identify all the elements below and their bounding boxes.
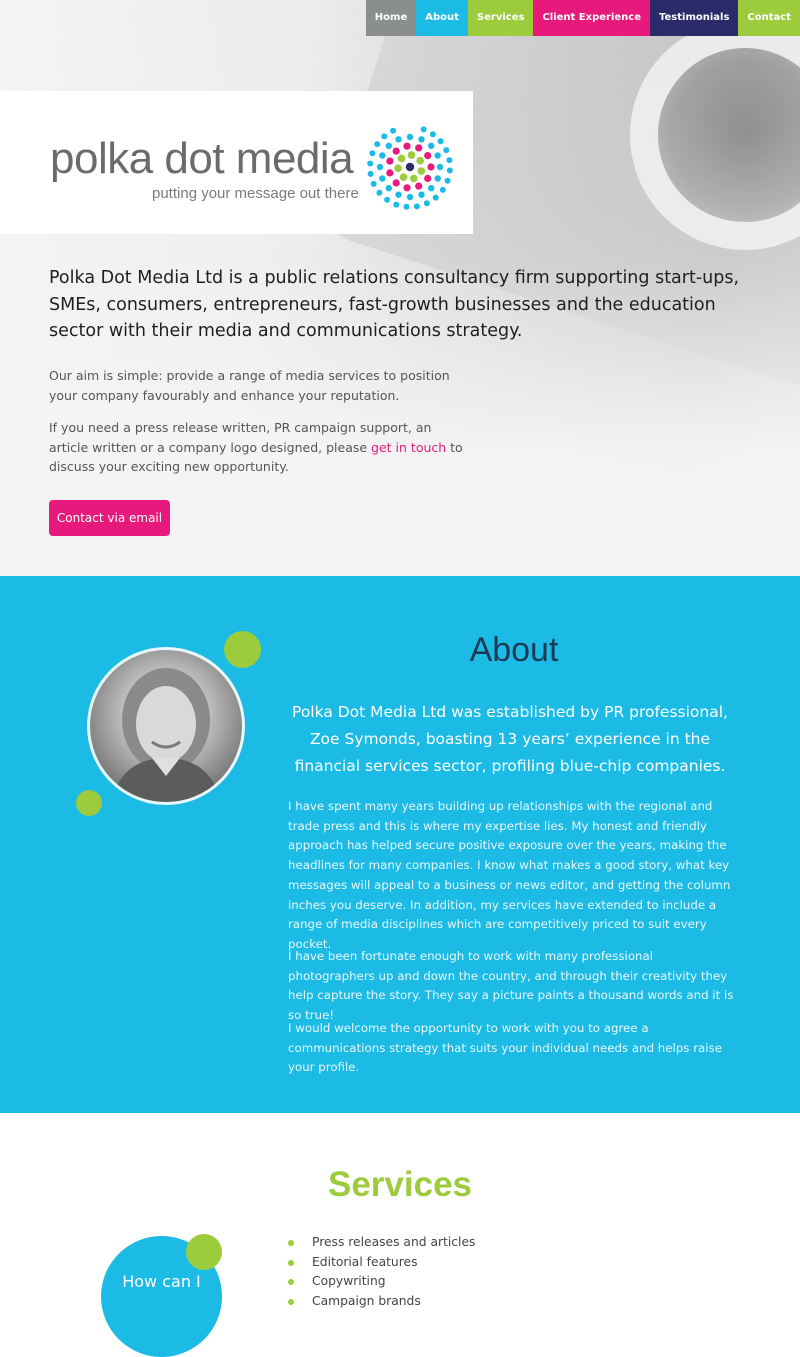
about-lead-text: Polka Dot Media Ltd was established by P… — [292, 703, 728, 775]
polka-dot-logo-icon — [367, 126, 453, 210]
about-paragraph-2: I have been fortunate enough to work wit… — [288, 949, 734, 1023]
get-in-touch-link[interactable]: get in touch — [371, 440, 446, 455]
list-item: Press releases and articles — [288, 1233, 475, 1253]
list-item: Copywriting — [288, 1272, 475, 1292]
decorative-green-dot-small — [76, 790, 102, 816]
logo-wordmark[interactable]: polka dot media — [50, 137, 354, 181]
nav-testimonials[interactable]: Testimonials — [650, 0, 739, 36]
logo-tagline: putting your message out there — [152, 185, 359, 202]
decorative-green-dot — [224, 631, 261, 668]
list-item: Campaign brands — [288, 1292, 475, 1312]
hero-aim-text: Our aim is simple: provide a range of me… — [49, 368, 450, 403]
nav-services[interactable]: Services — [467, 0, 534, 36]
list-item: Editorial features — [288, 1253, 475, 1273]
contact-via-email-button[interactable]: Contact via email — [49, 500, 170, 536]
hero-contact-text: If you need a press release written, PR … — [49, 418, 469, 477]
nav-client-experience[interactable]: Client Experience — [533, 0, 651, 36]
portrait-icon — [110, 668, 222, 802]
services-heading: Services — [327, 1165, 473, 1204]
nav-home[interactable]: Home — [365, 0, 417, 36]
hero-lead-text: Polka Dot Media Ltd is a public relation… — [49, 268, 740, 341]
main-nav: Home About Services Client Experience Te… — [365, 0, 800, 36]
decorative-green-dot-services — [186, 1234, 222, 1270]
about-paragraph-1: I have spent many years building up rela… — [288, 799, 731, 951]
about-paragraph-3: I would welcome the opportunity to work … — [288, 1021, 722, 1075]
about-section: About Polka Dot Media Ltd was establishe… — [0, 576, 800, 1113]
services-bubble-text: How can I — [122, 1272, 201, 1291]
nav-contact[interactable]: Contact — [738, 0, 800, 36]
about-heading: About — [469, 631, 559, 669]
avatar — [87, 647, 245, 805]
nav-about[interactable]: About — [416, 0, 468, 36]
